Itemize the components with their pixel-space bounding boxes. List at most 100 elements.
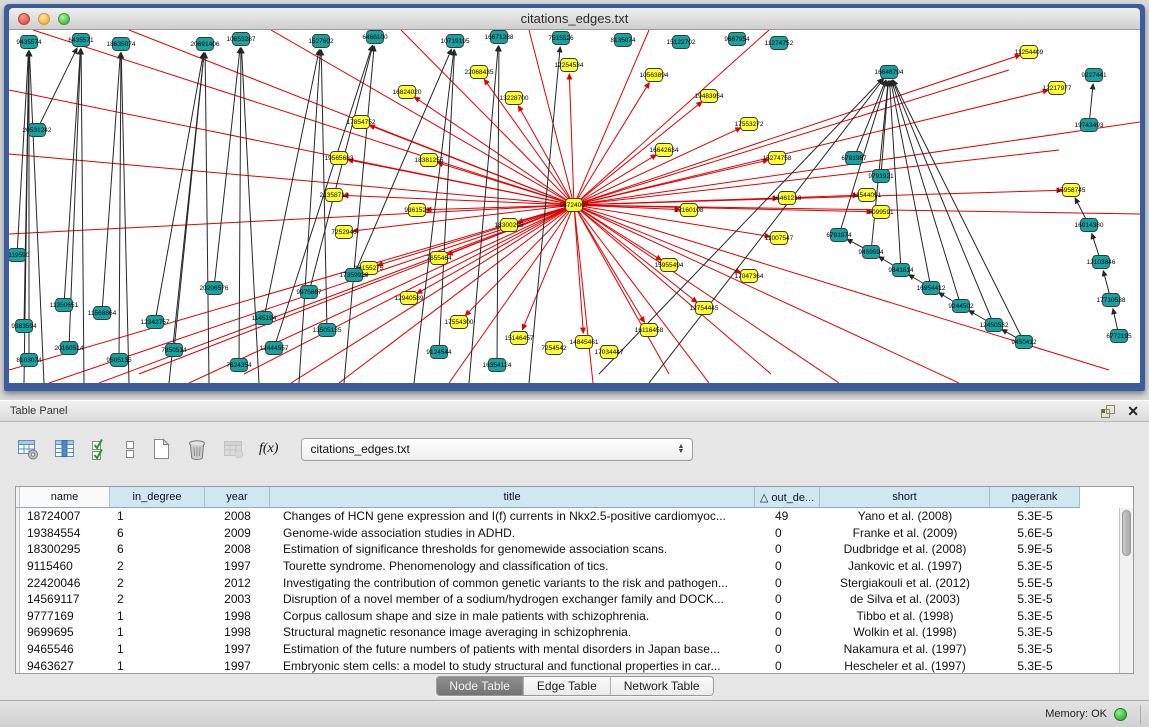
- graph-node[interactable]: 20160514: [55, 342, 84, 355]
- graph-node[interactable]: 18381255: [415, 154, 444, 167]
- float-panel-icon[interactable]: [1099, 403, 1117, 419]
- graph-node[interactable]: 11568864: [88, 307, 117, 320]
- graph-node[interactable]: 8099591: [868, 206, 894, 219]
- table-row[interactable]: 1830029562008Estimation of significance …: [16, 541, 1120, 558]
- table-row[interactable]: 1872400712008Changes of HCN gene express…: [16, 508, 1120, 525]
- table-row[interactable]: 1938455462009Genome-wide association stu…: [16, 525, 1120, 542]
- table-settings-icon[interactable]: [16, 437, 40, 461]
- graph-node[interactable]: 12754445: [690, 302, 719, 315]
- graph-node[interactable]: 19743493: [1075, 119, 1104, 132]
- graph-node[interactable]: 11274752: [765, 37, 794, 50]
- delete-entries-icon[interactable]: [185, 437, 209, 461]
- close-panel-icon[interactable]: ✕: [1127, 403, 1139, 419]
- unselect-all-columns-icon[interactable]: [123, 437, 137, 461]
- graph-node[interactable]: 19483954: [695, 90, 724, 103]
- graph-node[interactable]: 16642634: [650, 144, 679, 157]
- memory-status-indicator[interactable]: [1114, 708, 1127, 721]
- graph-node[interactable]: 19565683: [325, 152, 354, 165]
- graph-node[interactable]: 6435571: [68, 34, 94, 47]
- graph-node[interactable]: 10719195: [441, 35, 470, 48]
- graph-node[interactable]: 9383594: [11, 320, 37, 333]
- new-table-icon[interactable]: [150, 437, 172, 461]
- column-header-year[interactable]: year: [205, 487, 270, 508]
- column-header-out_de[interactable]: △ out_de...: [755, 487, 820, 508]
- graph-node[interactable]: 7624354: [226, 359, 252, 372]
- table-row[interactable]: 911546021997Tourette syndrome. Phenomeno…: [16, 558, 1120, 575]
- column-header-name[interactable]: name: [20, 487, 110, 508]
- table-selector-dropdown[interactable]: citations_edges.txt ▲▼: [301, 438, 693, 461]
- graph-node[interactable]: 12342757: [141, 316, 170, 329]
- graph-node[interactable]: 16461218: [773, 192, 802, 205]
- graph-node[interactable]: 9244502: [948, 300, 974, 313]
- graph-node[interactable]: 12444557: [260, 342, 289, 355]
- graph-node[interactable]: 9841614: [888, 264, 914, 277]
- graph-node[interactable]: 12103846: [1087, 256, 1116, 269]
- graph-node[interactable]: 8103074: [16, 354, 42, 367]
- scrollbar-thumb[interactable]: [1122, 510, 1131, 556]
- graph-node[interactable]: 10563894: [640, 69, 669, 82]
- column-header-short[interactable]: short: [820, 487, 990, 508]
- table-row[interactable]: 1456911722003Disruption of a novel membe…: [16, 591, 1120, 608]
- graph-node[interactable]: 22068435: [465, 66, 494, 79]
- graph-node[interactable]: 9227441: [1081, 69, 1107, 82]
- graph-node[interactable]: 16014380: [1075, 219, 1104, 232]
- graph-node[interactable]: 12450532: [980, 319, 1009, 332]
- graph-node[interactable]: 15958745: [1057, 184, 1086, 197]
- graph-node[interactable]: 14845461: [570, 336, 599, 349]
- select-all-columns-icon[interactable]: [90, 437, 110, 461]
- table-row[interactable]: 946362711997Embryonic stem cells: a mode…: [16, 657, 1120, 673]
- graph-node[interactable]: 13505135: [313, 324, 342, 337]
- graph-node[interactable]: 11350651: [50, 299, 79, 312]
- graph-node[interactable]: 7515526: [548, 32, 574, 45]
- graph-node[interactable]: 15146457: [505, 332, 534, 345]
- graph-node[interactable]: 15122702: [667, 36, 696, 49]
- graph-node[interactable]: 16116458: [635, 324, 664, 337]
- column-header-in_degree[interactable]: in_degree: [110, 487, 205, 508]
- tab-network-table[interactable]: Network Table: [611, 677, 713, 695]
- graph-node[interactable]: 9124544: [426, 346, 452, 359]
- graph-node[interactable]: 16671288: [485, 31, 514, 44]
- graph-node[interactable]: 6466100: [362, 31, 388, 44]
- graph-node[interactable]: 9975887: [296, 286, 322, 299]
- table-row[interactable]: 977716911998Corpus callosum shape and si…: [16, 608, 1120, 625]
- graph-node[interactable]: 15955494: [655, 259, 684, 272]
- graph-node[interactable]: 9667954: [724, 33, 750, 46]
- graph-node[interactable]: 16354124: [483, 359, 512, 372]
- graph-node[interactable]: 16648794: [875, 66, 904, 79]
- graph-node[interactable]: 1527602: [308, 35, 334, 48]
- table-row[interactable]: 946554611997Estimation of the future num…: [16, 641, 1120, 658]
- graph-node[interactable]: 20206576: [200, 282, 229, 295]
- graph-node[interactable]: 7252946: [331, 226, 357, 239]
- graph-node[interactable]: 10653287: [227, 33, 256, 46]
- network-canvas[interactable]: 1872400794355746435571186350742069140610…: [9, 30, 1140, 383]
- graph-node[interactable]: 16954412: [917, 282, 946, 295]
- tab-edge-table[interactable]: Edge Table: [524, 677, 611, 695]
- graph-node[interactable]: 17034447: [595, 346, 624, 359]
- graph-node[interactable]: 9361523: [404, 204, 430, 217]
- show-columns-icon[interactable]: [53, 437, 77, 461]
- graph-node[interactable]: 12160108: [675, 204, 704, 217]
- function-builder-icon[interactable]: f(x): [259, 441, 278, 457]
- graph-node[interactable]: 9435574: [16, 36, 42, 49]
- graph-node[interactable]: 17554300: [445, 316, 474, 329]
- table-row[interactable]: 969969511998Structural magnetic resonanc…: [16, 624, 1120, 641]
- column-header-title[interactable]: title: [270, 487, 755, 508]
- graph-node[interactable]: 6772195: [1106, 330, 1132, 343]
- table-row[interactable]: 2242004622012Investigating the contribut…: [16, 574, 1120, 591]
- graph-node[interactable]: 7254542: [541, 342, 567, 355]
- table-vertical-scrollbar[interactable]: [1119, 508, 1133, 673]
- graph-node[interactable]: 17710538: [1097, 294, 1126, 307]
- network-window-titlebar[interactable]: citations_edges.txt: [9, 8, 1140, 30]
- graph-node[interactable]: 8135074: [610, 34, 636, 47]
- graph-node[interactable]: 11007547: [765, 232, 794, 245]
- graph-node[interactable]: 1145194: [252, 312, 277, 325]
- tab-node-table[interactable]: Node Table: [436, 677, 524, 695]
- graph-node[interactable]: 13228700: [500, 92, 529, 105]
- graph-node[interactable]: 16824020: [393, 86, 422, 99]
- graph-node[interactable]: 12217977: [1043, 82, 1072, 95]
- graph-node[interactable]: 20691406: [191, 38, 220, 51]
- graph-node[interactable]: 9119590: [9, 249, 30, 262]
- graph-node[interactable]: 7850514: [161, 344, 187, 357]
- graph-node[interactable]: 18635074: [107, 38, 136, 51]
- graph-node[interactable]: 11254409: [1015, 46, 1044, 59]
